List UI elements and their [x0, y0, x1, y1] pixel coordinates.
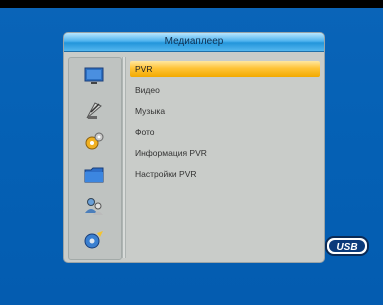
monitor-icon[interactable]	[83, 66, 105, 86]
panel-title: Медиаплеер	[64, 33, 324, 52]
menu-item-pvr-info[interactable]: Информация PVR	[130, 145, 320, 166]
top-strip	[0, 0, 383, 8]
usb-label: USB	[336, 242, 357, 253]
column-divider	[122, 57, 126, 258]
menu-item-video[interactable]: Видео	[130, 82, 320, 103]
category-icon-column	[68, 57, 122, 260]
satellite-dish-icon[interactable]	[83, 100, 105, 120]
media-player-panel: Медиаплеер PVR Видео Музыка Фото Информа…	[64, 33, 324, 262]
people-icon[interactable]	[83, 196, 105, 216]
gears-icon[interactable]	[83, 132, 105, 152]
menu-item-pvr-settings[interactable]: Настройки PVR	[130, 166, 320, 187]
menu-item-photo[interactable]: Фото	[130, 124, 320, 145]
usb-logo: USB	[325, 236, 369, 256]
media-menu-list: PVR Видео Музыка Фото Информация PVR Нас…	[130, 61, 320, 187]
menu-item-pvr[interactable]: PVR	[130, 61, 320, 77]
media-disc-icon[interactable]	[83, 230, 105, 250]
folder-icon[interactable]	[83, 164, 105, 184]
menu-item-music[interactable]: Музыка	[130, 103, 320, 124]
